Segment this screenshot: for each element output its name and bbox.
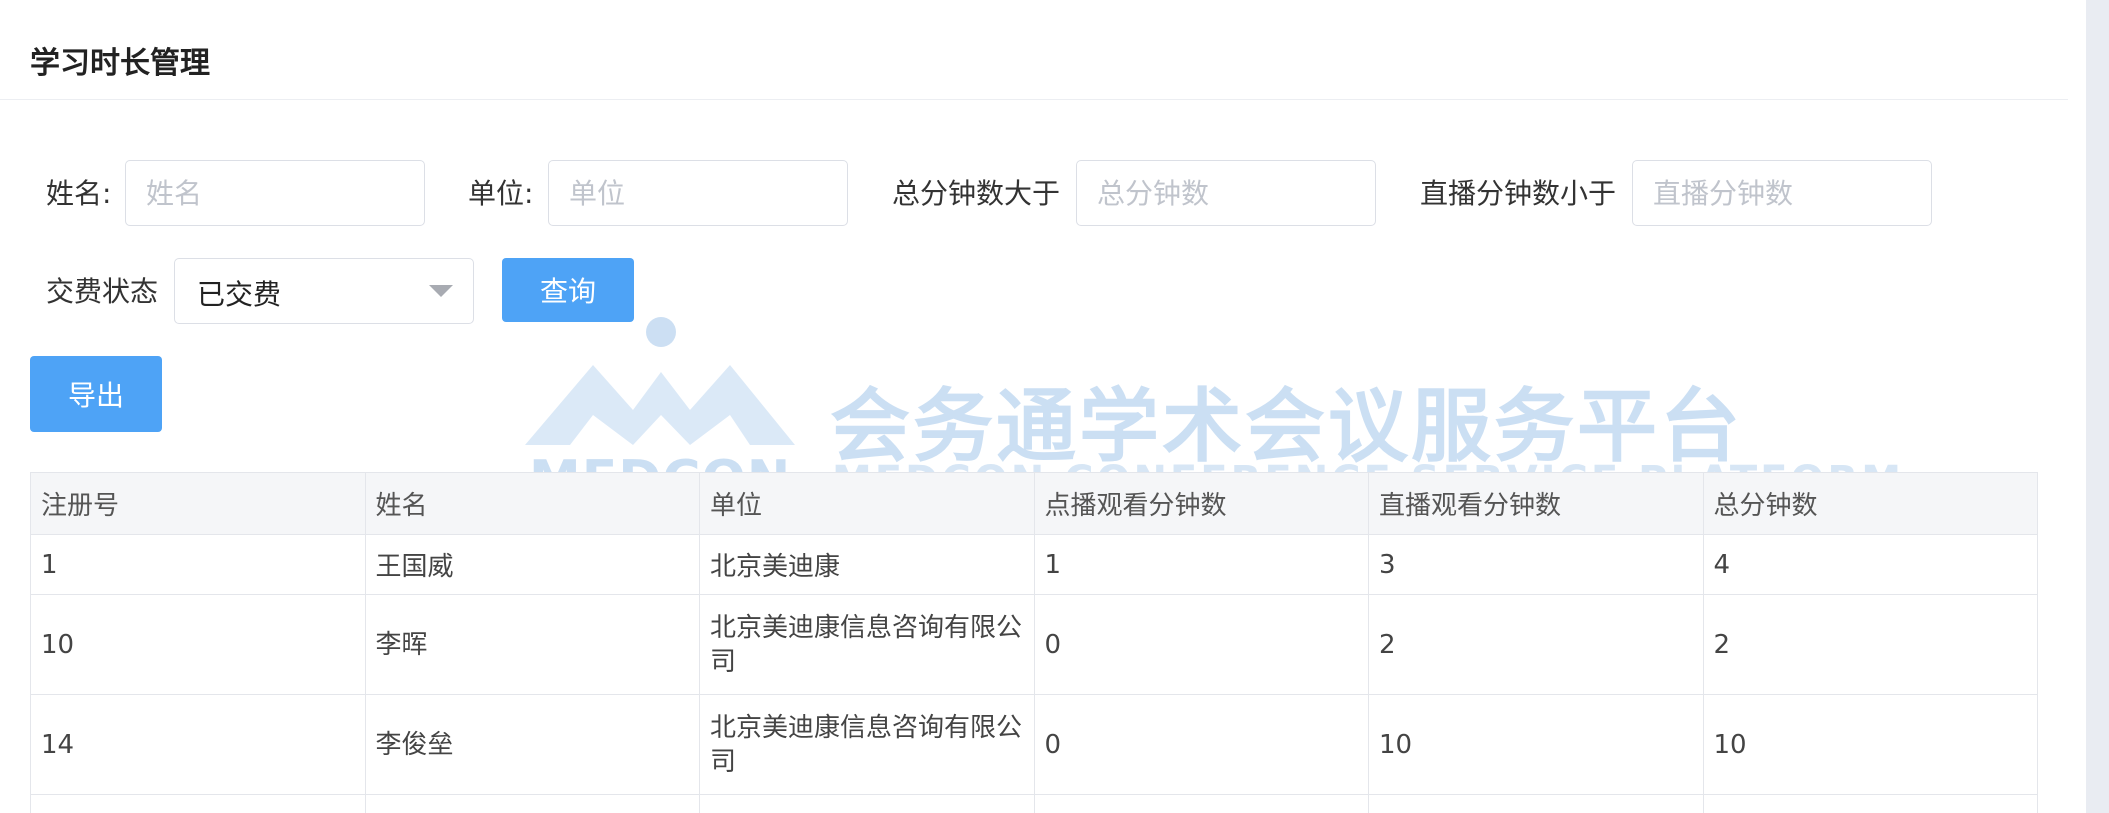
cell-live-minutes: 10	[1368, 694, 1704, 795]
column-header-total-minutes: 总分钟数	[1702, 472, 2038, 535]
cell-vod-minutes: 0	[1033, 594, 1369, 695]
page-scrollbar[interactable]	[2086, 0, 2109, 813]
payment-status-select[interactable]: 已交费	[174, 258, 474, 324]
unit-label: 单位:	[468, 177, 534, 210]
live-minutes-input[interactable]	[1632, 160, 1932, 226]
unit-input[interactable]	[548, 160, 848, 226]
cell-empty	[364, 794, 700, 813]
cell-empty	[1368, 794, 1704, 813]
cell-live-minutes: 2	[1368, 594, 1704, 695]
study-time-table: 注册号 姓名 单位 点播观看分钟数 直播观看分钟数 总分钟数 1 王国威 北京美…	[30, 472, 2038, 813]
cell-empty	[1033, 794, 1369, 813]
name-label: 姓名:	[46, 177, 112, 210]
column-header-name: 姓名	[364, 472, 700, 535]
table-header-row: 注册号 姓名 单位 点播观看分钟数 直播观看分钟数 总分钟数	[30, 472, 2038, 535]
cell-id: 1	[30, 534, 366, 595]
cell-unit: 北京美迪康信息咨询有限公司	[699, 594, 1035, 695]
chevron-down-icon	[429, 285, 453, 297]
cell-total-minutes: 10	[1702, 694, 2038, 795]
total-minutes-input[interactable]	[1076, 160, 1376, 226]
export-button[interactable]: 导出	[30, 356, 162, 432]
payment-status-label: 交费状态	[46, 275, 159, 308]
cell-empty	[699, 794, 1035, 813]
cell-id: 10	[30, 594, 366, 695]
page-header: 学习时长管理	[0, 0, 2068, 100]
total-minutes-label: 总分钟数大于	[892, 177, 1061, 210]
payment-status-value: 已交费	[197, 278, 282, 311]
cell-empty	[30, 794, 366, 813]
column-header-unit: 单位	[699, 472, 1035, 535]
name-input[interactable]	[125, 160, 425, 226]
cell-empty	[1702, 794, 2038, 813]
query-button[interactable]: 查询	[502, 258, 634, 322]
cell-unit: 北京美迪康信息咨询有限公司	[699, 694, 1035, 795]
column-header-live-minutes: 直播观看分钟数	[1368, 472, 1704, 535]
table-row: 14 李俊垒 北京美迪康信息咨询有限公司 0 10 10	[30, 694, 2038, 795]
page-title: 学习时长管理	[30, 46, 210, 81]
table-row-partial	[30, 794, 2038, 813]
cell-vod-minutes: 0	[1033, 694, 1369, 795]
table-row: 1 王国威 北京美迪康 1 3 4	[30, 534, 2038, 595]
cell-total-minutes: 4	[1702, 534, 2038, 595]
column-header-id: 注册号	[30, 472, 366, 535]
live-minutes-label: 直播分钟数小于	[1420, 177, 1617, 210]
column-header-vod-minutes: 点播观看分钟数	[1033, 472, 1369, 535]
cell-name: 王国威	[364, 534, 700, 595]
cell-name: 李晖	[364, 594, 700, 695]
cell-id: 14	[30, 694, 366, 795]
cell-live-minutes: 3	[1368, 534, 1704, 595]
cell-total-minutes: 2	[1702, 594, 2038, 695]
watermark-title-cn: 会务通学术会议服务平台	[830, 380, 1743, 473]
cell-vod-minutes: 1	[1033, 534, 1369, 595]
cell-unit: 北京美迪康	[699, 534, 1035, 595]
table-row: 10 李晖 北京美迪康信息咨询有限公司 0 2 2	[30, 594, 2038, 695]
cell-name: 李俊垒	[364, 694, 700, 795]
